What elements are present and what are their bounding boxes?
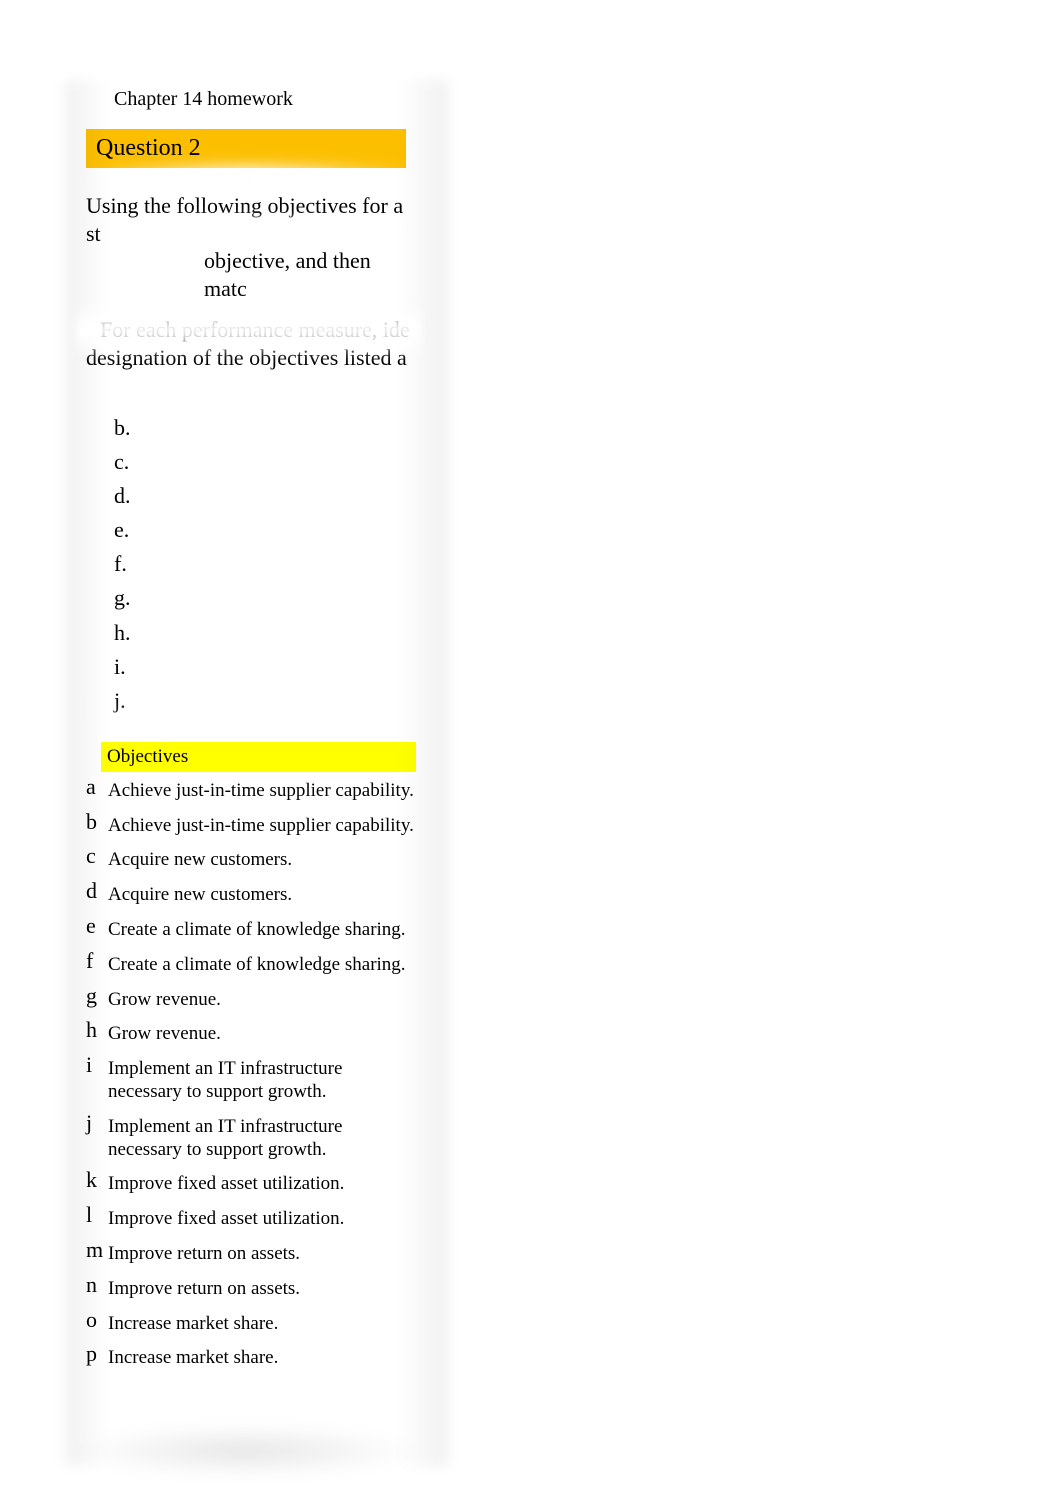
table-row: g Grow revenue. bbox=[86, 983, 416, 1018]
list-item: g. bbox=[114, 581, 1062, 615]
table-row: m Improve return on assets. bbox=[86, 1237, 416, 1272]
row-text: Create a climate of knowledge sharing. bbox=[104, 950, 406, 977]
row-text: Achieve just-in-time supplier capability… bbox=[104, 811, 414, 838]
row-key: a bbox=[86, 776, 104, 798]
table-row: a Achieve just-in-time supplier capabili… bbox=[86, 774, 416, 809]
row-text: Acquire new customers. bbox=[104, 845, 292, 872]
table-row: d Acquire new customers. bbox=[86, 878, 416, 913]
row-key: n bbox=[86, 1274, 104, 1296]
table-row: o Increase market share. bbox=[86, 1307, 416, 1342]
list-item: b. bbox=[114, 411, 1062, 445]
row-key: g bbox=[86, 985, 104, 1007]
row-text: Implement an IT infrastructure necessary… bbox=[104, 1054, 416, 1104]
row-key: h bbox=[86, 1019, 104, 1041]
intro-line: designation of the objectives listed a bbox=[86, 344, 416, 372]
table-row: n Improve return on assets. bbox=[86, 1272, 416, 1307]
table-row: l Improve fixed asset utilization. bbox=[86, 1202, 416, 1237]
table-row: b Achieve just-in-time supplier capabili… bbox=[86, 809, 416, 844]
row-key: k bbox=[86, 1169, 104, 1191]
table-row: h Grow revenue. bbox=[86, 1017, 416, 1052]
list-item: c. bbox=[114, 445, 1062, 479]
row-key: j bbox=[86, 1112, 104, 1134]
row-key: b bbox=[86, 811, 104, 833]
letter-list: b. c. d. e. f. g. h. i. j. bbox=[114, 411, 1062, 718]
row-key: d bbox=[86, 880, 104, 902]
row-text: Improve return on assets. bbox=[104, 1239, 300, 1266]
chapter-title: Chapter 14 homework bbox=[114, 88, 1062, 111]
row-text: Create a climate of knowledge sharing. bbox=[104, 915, 406, 942]
row-text: Increase market share. bbox=[104, 1309, 278, 1336]
row-text: Improve fixed asset utilization. bbox=[104, 1169, 344, 1196]
table-row: j Implement an IT infrastructure necessa… bbox=[86, 1110, 416, 1168]
row-key: i bbox=[86, 1054, 104, 1076]
intro-text-block: Using the following objectives for a st … bbox=[86, 192, 416, 371]
row-key: l bbox=[86, 1204, 104, 1226]
row-text: Improve fixed asset utilization. bbox=[104, 1204, 344, 1231]
row-text: Achieve just-in-time supplier capability… bbox=[104, 776, 414, 803]
row-text: Grow revenue. bbox=[104, 1019, 221, 1046]
row-key: m bbox=[86, 1239, 104, 1261]
list-item: d. bbox=[114, 479, 1062, 513]
intro-paragraph-1: Using the following objectives for a st … bbox=[86, 192, 416, 302]
decorative-shadow bbox=[70, 1426, 420, 1476]
row-text: Increase market share. bbox=[104, 1343, 278, 1370]
question-heading: Question 2 bbox=[86, 129, 406, 168]
objectives-header: Objectives bbox=[101, 742, 416, 772]
table-row: i Implement an IT infrastructure necessa… bbox=[86, 1052, 416, 1110]
row-text: Acquire new customers. bbox=[104, 880, 292, 907]
list-item: f. bbox=[114, 547, 1062, 581]
table-row: f Create a climate of knowledge sharing. bbox=[86, 948, 416, 983]
row-key: e bbox=[86, 915, 104, 937]
row-key: f bbox=[86, 950, 104, 972]
list-item: j. bbox=[114, 684, 1062, 718]
row-key: o bbox=[86, 1309, 104, 1331]
table-row: k Improve fixed asset utilization. bbox=[86, 1167, 416, 1202]
table-row: c Acquire new customers. bbox=[86, 843, 416, 878]
intro-line: objective, and then matc bbox=[86, 247, 416, 302]
row-key: c bbox=[86, 845, 104, 867]
list-item: e. bbox=[114, 513, 1062, 547]
objectives-section: Objectives a Achieve just-in-time suppli… bbox=[86, 742, 416, 1376]
row-key: p bbox=[86, 1343, 104, 1365]
intro-paragraph-2: For each performance measure, ide design… bbox=[86, 316, 416, 371]
intro-line: Using the following objectives for a st bbox=[86, 193, 403, 246]
table-row: p Increase market share. bbox=[86, 1341, 416, 1376]
row-text: Improve return on assets. bbox=[104, 1274, 300, 1301]
document-page: Chapter 14 homework Question 2 Using the… bbox=[0, 0, 1062, 1506]
table-row: e Create a climate of knowledge sharing. bbox=[86, 913, 416, 948]
list-item: i. bbox=[114, 650, 1062, 684]
row-text: Grow revenue. bbox=[104, 985, 221, 1012]
row-text: Implement an IT infrastructure necessary… bbox=[104, 1112, 416, 1162]
intro-line: For each performance measure, ide bbox=[100, 317, 410, 342]
list-item: h. bbox=[114, 616, 1062, 650]
